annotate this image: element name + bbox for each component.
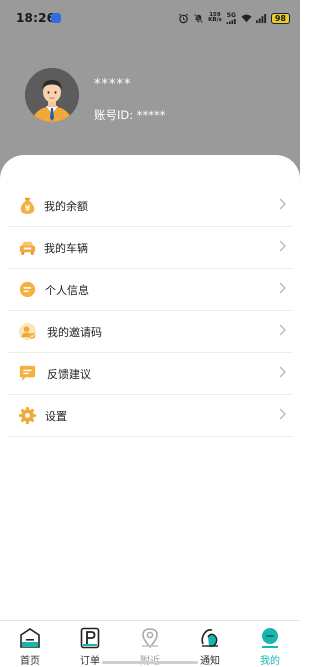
- signal-strength-icon: [255, 13, 267, 24]
- mute-icon: [193, 13, 204, 24]
- menu-item-feedback[interactable]: 反馈建议: [8, 353, 293, 395]
- chevron-right-icon: [278, 197, 287, 211]
- signal-indicator: 5G: [226, 11, 237, 24]
- tab-profile[interactable]: 我的: [245, 625, 295, 667]
- chevron-right-icon: [278, 281, 287, 295]
- battery-indicator: 98: [270, 12, 290, 24]
- profile-icon: [259, 627, 281, 649]
- menu-item-label: 我的邀请码: [47, 326, 102, 339]
- net-speed-unit: KB/s: [208, 17, 222, 23]
- tab-label: 我的: [260, 656, 280, 667]
- location-pin-icon: [139, 627, 161, 649]
- tab-orders[interactable]: 订单: [65, 625, 115, 667]
- menu-item-label: 个人信息: [45, 284, 89, 297]
- tab-label: 附近: [125, 652, 175, 667]
- invite-code-icon: [18, 322, 37, 341]
- home-indicator[interactable]: [102, 661, 198, 664]
- avatar[interactable]: [25, 68, 79, 122]
- status-bar: 18:26 159 KB/s 5G 98: [0, 0, 300, 36]
- status-indicators: 159 KB/s 5G 98: [178, 11, 290, 25]
- tab-label: 通知: [200, 656, 220, 667]
- notification-icon: [199, 627, 221, 649]
- personal-info-icon: [18, 280, 37, 299]
- menu-card: ¥ 我的余额 我的车辆 个人信息 我的邀请码 反馈建议 设置: [0, 155, 300, 667]
- money-bag-icon: ¥: [18, 196, 37, 215]
- svg-text:¥: ¥: [25, 204, 31, 213]
- menu-item-personal-info[interactable]: 个人信息: [8, 269, 293, 311]
- tab-home[interactable]: 首页: [5, 625, 55, 667]
- tab-label: 订单: [80, 656, 100, 667]
- tab-label: 首页: [20, 656, 40, 667]
- menu-item-settings[interactable]: 设置: [8, 395, 293, 437]
- car-icon: [18, 238, 37, 257]
- settings-gear-icon: [18, 406, 37, 425]
- menu-item-label: 我的余额: [44, 200, 88, 213]
- menu-item-label: 设置: [45, 410, 67, 423]
- signal-label: 5G: [226, 11, 236, 19]
- alarm-icon: [178, 13, 189, 24]
- chevron-right-icon: [278, 407, 287, 421]
- order-p-icon: [79, 627, 101, 649]
- tab-nearby[interactable]: 附近: [125, 625, 175, 667]
- account-id: 账号ID: *****: [94, 108, 166, 122]
- status-time: 18:26: [16, 11, 56, 25]
- wifi-icon: [241, 13, 252, 24]
- signal-bars-icon: [226, 18, 236, 24]
- avatar-person-icon: [25, 68, 79, 122]
- tab-notifications[interactable]: 通知: [185, 625, 235, 667]
- menu-item-label: 反馈建议: [47, 368, 91, 381]
- app-notification-icon: [51, 13, 61, 23]
- menu-item-vehicle[interactable]: 我的车辆: [8, 227, 293, 269]
- net-speed: 159 KB/s: [208, 12, 222, 24]
- bottom-tab-bar: 首页 订单 附近 通知 我的: [0, 620, 300, 667]
- feedback-icon: [18, 364, 37, 383]
- menu-item-balance[interactable]: ¥ 我的余额: [8, 185, 293, 227]
- chevron-right-icon: [278, 239, 287, 253]
- chevron-right-icon: [278, 365, 287, 379]
- menu-list: ¥ 我的余额 我的车辆 个人信息 我的邀请码 反馈建议 设置: [8, 185, 293, 437]
- menu-item-invite-code[interactable]: 我的邀请码: [8, 311, 293, 353]
- chevron-right-icon: [278, 323, 287, 337]
- menu-item-label: 我的车辆: [44, 242, 88, 255]
- home-icon: [19, 627, 41, 649]
- user-name: *****: [94, 77, 132, 92]
